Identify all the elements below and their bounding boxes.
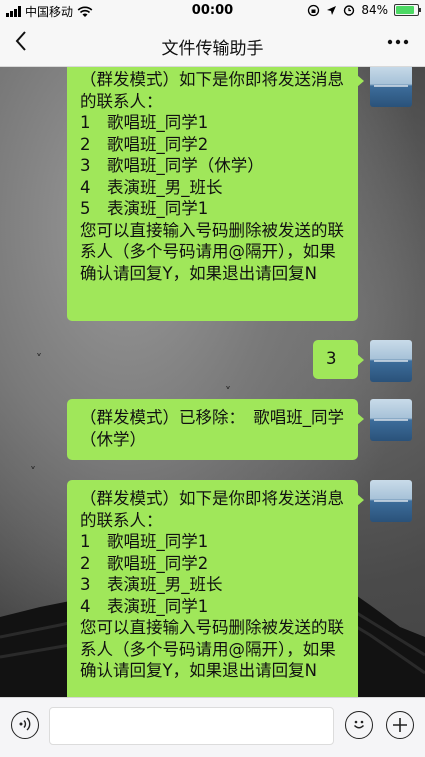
avatar[interactable]: [370, 399, 412, 441]
background-bird: ˅: [225, 385, 231, 399]
nav-bar: 文件传输助手: [0, 22, 425, 67]
rotation-lock-icon: [308, 4, 320, 16]
background-bird: ˅: [36, 352, 42, 366]
emoji-icon: [353, 720, 365, 729]
voice-button[interactable]: [11, 711, 39, 739]
alarm-icon: [344, 5, 355, 16]
voice-icon: [19, 717, 31, 731]
input-bar: [0, 697, 425, 757]
status-right: 84%: [307, 3, 421, 17]
more-button[interactable]: [387, 31, 409, 59]
chat-area[interactable]: ˅ ˅ ˅ （群发模式）如下是你即将发送消息的联系人： 1 歌唱班_同学1 2 …: [0, 67, 425, 697]
ellipsis-icon: [387, 39, 409, 45]
message-bubble[interactable]: （群发模式）如下是你即将发送消息的联系人： 1 歌唱班_同学1 2 歌唱班_同学…: [67, 67, 364, 321]
emoji-button[interactable]: [345, 711, 373, 739]
battery-icon: [394, 4, 421, 16]
battery-percentage: 84%: [361, 3, 388, 17]
avatar[interactable]: [370, 480, 412, 522]
message-input[interactable]: [49, 707, 334, 745]
message-bubble[interactable]: 3: [313, 340, 364, 379]
message-bubble[interactable]: （群发模式）如下是你即将发送消息的联系人： 1 歌唱班_同学1 2 歌唱班_同学…: [67, 480, 364, 697]
avatar[interactable]: [370, 67, 412, 107]
background-bird: ˅: [30, 465, 36, 479]
avatar[interactable]: [370, 340, 412, 382]
plus-icon: [393, 718, 407, 732]
message-bubble[interactable]: （群发模式）已移除： 歌唱班_同学（休学）: [67, 399, 364, 460]
plus-button[interactable]: [386, 711, 414, 739]
status-bar: 中国移动 00:00 84%: [0, 0, 425, 22]
page-title: 文件传输助手: [161, 39, 264, 59]
location-icon: [327, 5, 337, 15]
